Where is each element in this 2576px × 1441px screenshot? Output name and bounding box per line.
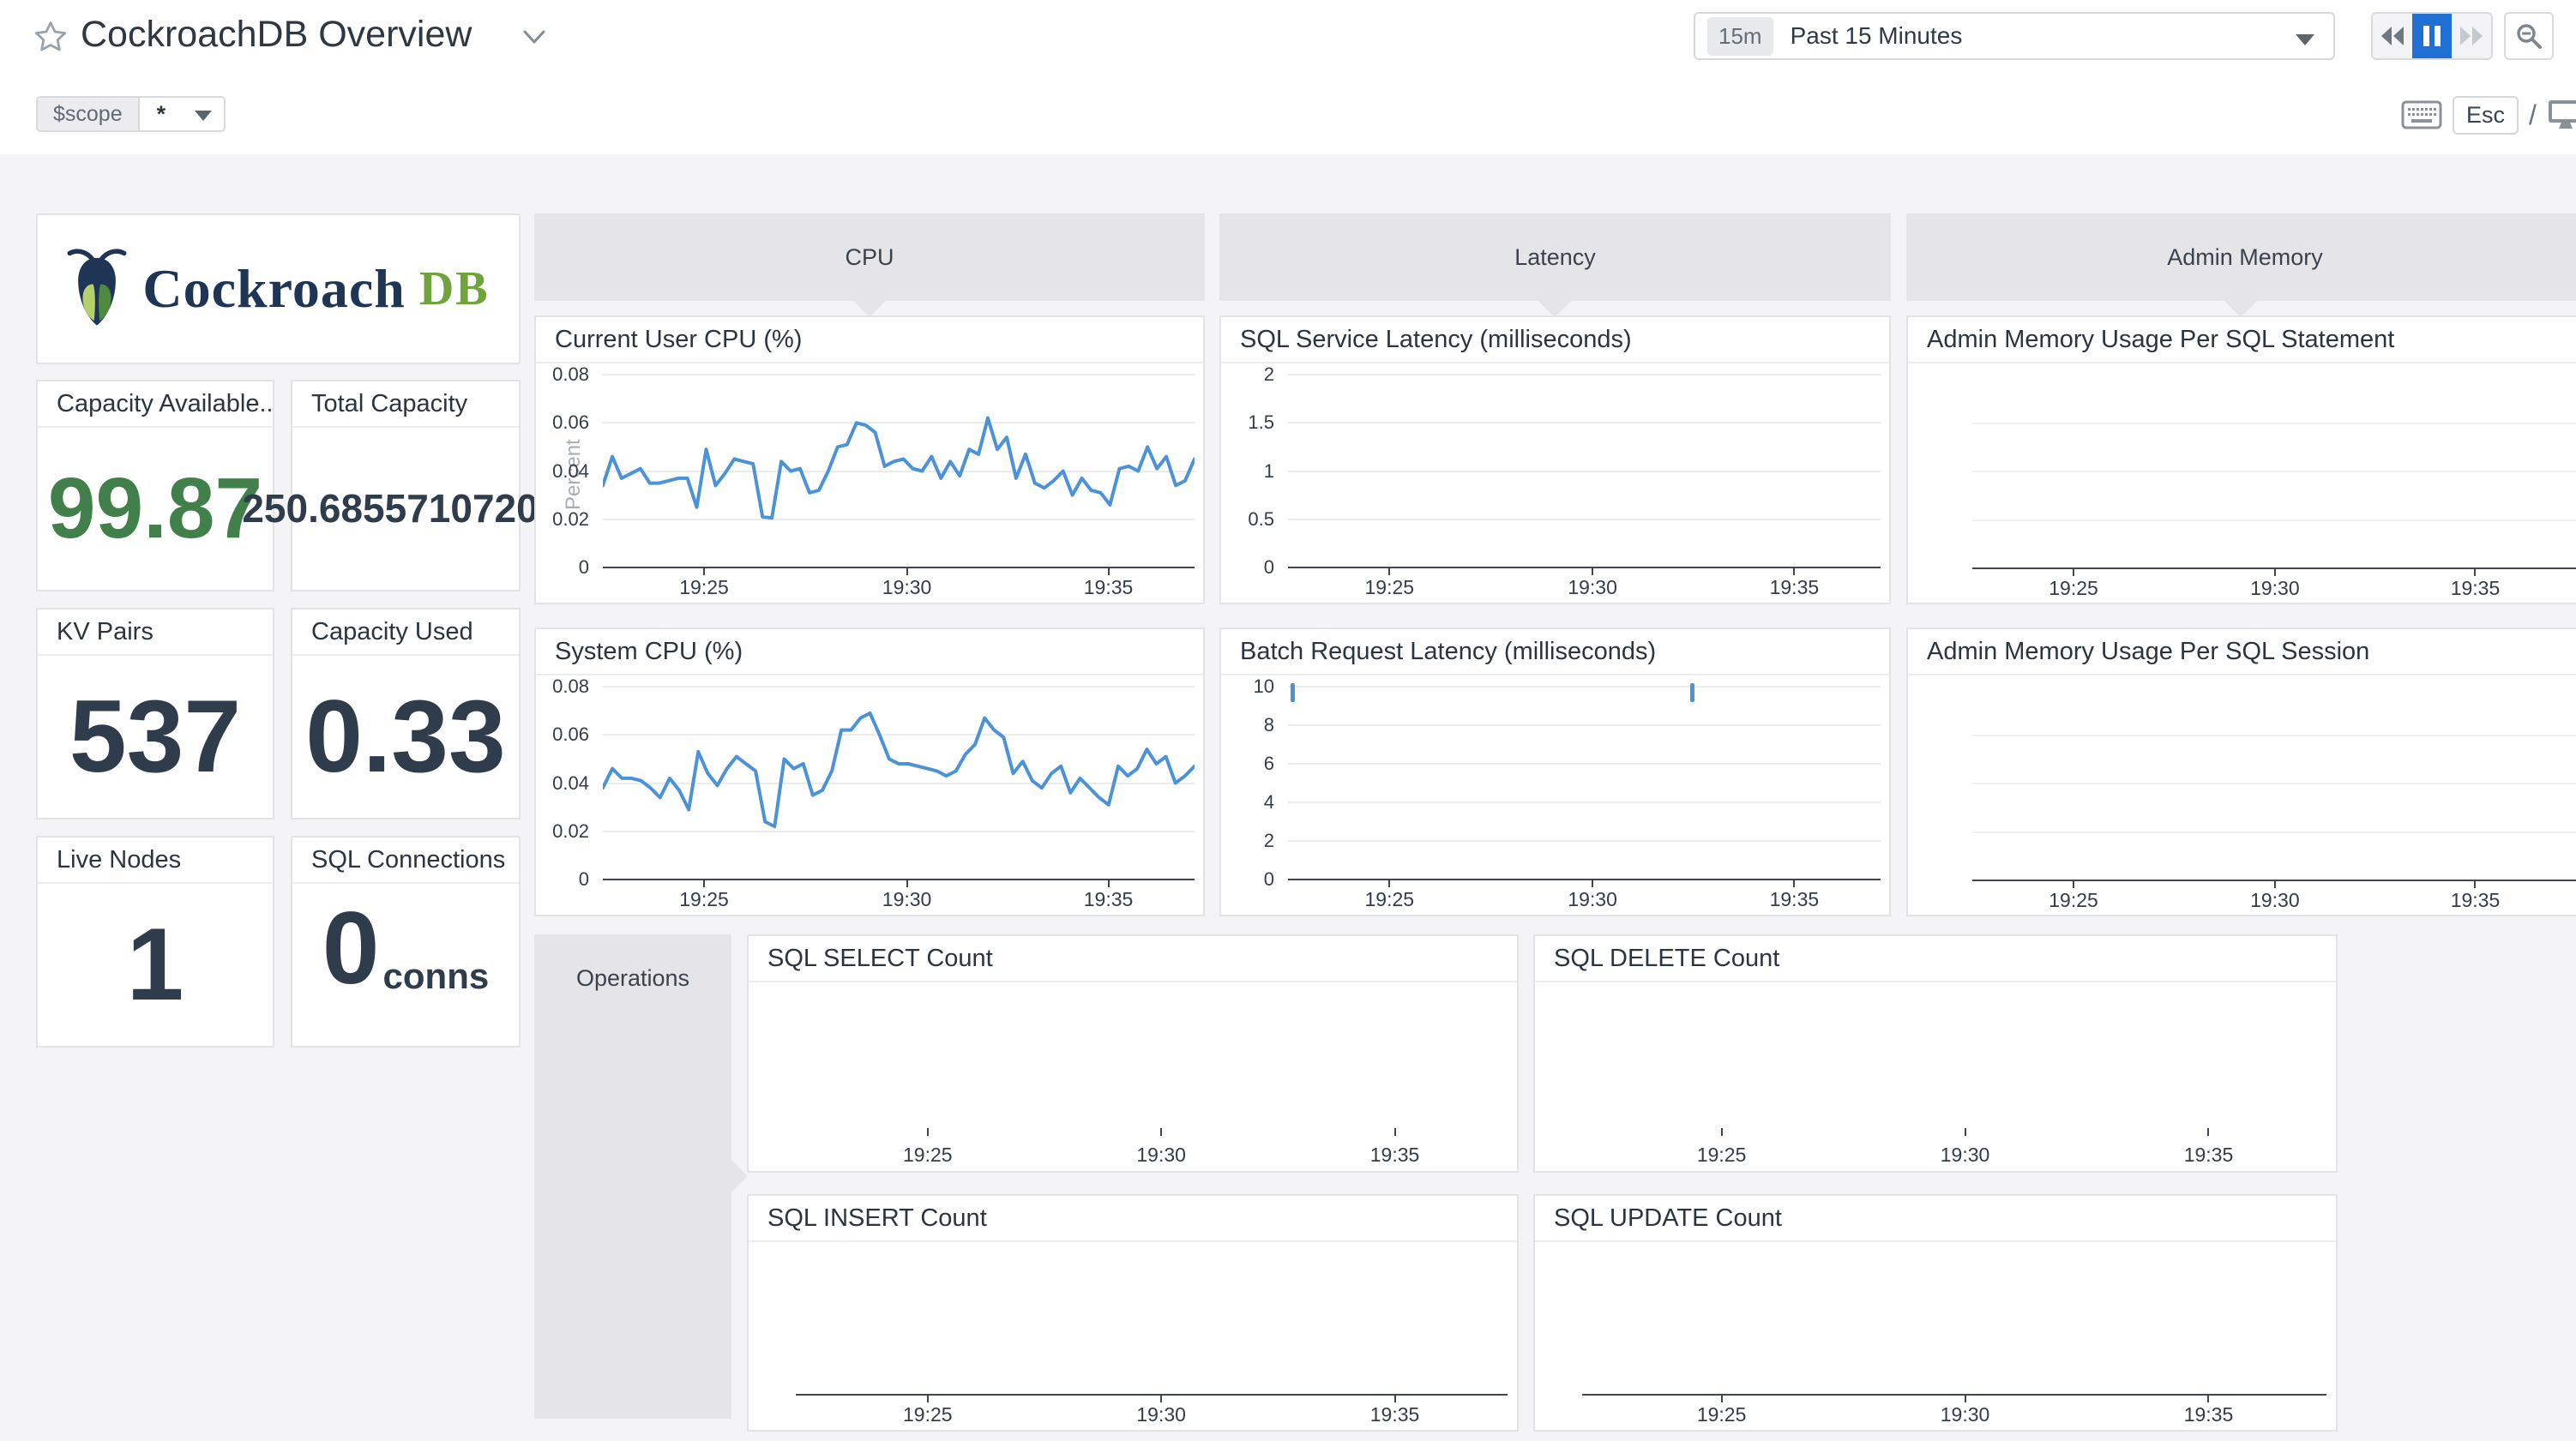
chart-admin-memory-statement[interactable]: Admin Memory Usage Per SQL Statement 19:…	[1906, 315, 2576, 604]
chart-title: SQL Service Latency (milliseconds)	[1221, 317, 1889, 363]
time-range-label: Past 15 Minutes	[1791, 22, 1963, 50]
chart-title: SQL SELECT Count	[749, 936, 1517, 982]
chart-plot-sql-delete-count[interactable]: 19:2519:3019:35	[1535, 981, 2336, 1171]
widget-title: Live Nodes	[38, 838, 273, 884]
fullscreen-display-icon[interactable]	[2547, 98, 2576, 132]
total-capacity-value: 250.6855710720	[242, 489, 538, 528]
chart-plot-sql-update-count[interactable]: 19:2519:3019:35	[1535, 1240, 2336, 1430]
capacity-available-widget[interactable]: Capacity Available... 99.87	[36, 380, 274, 591]
cockroachdb-logo-widget: Cockroach DB	[36, 213, 521, 364]
chart-plot-sql-select-count[interactable]: 19:2519:3019:35	[749, 981, 1517, 1171]
chart-title: Batch Request Latency (milliseconds)	[1221, 629, 1889, 675]
forward-icon	[2459, 25, 2484, 47]
logo-db-text: DB	[419, 261, 490, 316]
page-title: CockroachDB Overview	[81, 14, 472, 56]
chart-title: SQL UPDATE Count	[1535, 1196, 2336, 1242]
widget-title: KV Pairs	[38, 609, 273, 656]
chart-title: Admin Memory Usage Per SQL Statement	[1908, 317, 2576, 363]
esc-button[interactable]: Esc	[2453, 96, 2519, 135]
chart-sql-insert-count[interactable]: SQL INSERT Count 19:2519:3019:35	[747, 1194, 1519, 1432]
chart-sql-delete-count[interactable]: SQL DELETE Count 19:2519:3019:35	[1533, 934, 2338, 1173]
chart-plot-admin-memory-session[interactable]: 19:2519:3019:35	[1908, 674, 2576, 915]
live-nodes-value: 1	[127, 913, 184, 1016]
live-nodes-widget[interactable]: Live Nodes 1	[36, 836, 274, 1048]
kv-pairs-value: 537	[69, 685, 241, 788]
capacity-used-value: 0.33	[305, 685, 506, 788]
time-range-caret-icon	[2296, 34, 2314, 45]
playback-controls	[2371, 12, 2493, 60]
time-range-badge: 15m	[1707, 17, 1773, 56]
scope-variable-value: *	[140, 98, 180, 130]
chart-title: System CPU (%)	[536, 629, 1203, 675]
chart-plot-sql-insert-count[interactable]: 19:2519:3019:35	[749, 1240, 1517, 1430]
group-header-admin-memory[interactable]: Admin Memory	[1906, 213, 2576, 301]
group-label-cpu: CPU	[845, 244, 894, 271]
scope-variable-name: $scope	[38, 98, 140, 130]
chart-title: SQL INSERT Count	[749, 1196, 1517, 1242]
capacity-used-widget[interactable]: Capacity Used 0.33	[291, 608, 521, 820]
widget-title: Capacity Available...	[38, 381, 273, 428]
group-header-latency[interactable]: Latency	[1219, 213, 1891, 301]
chart-sql-update-count[interactable]: SQL UPDATE Count 19:2519:3019:35	[1533, 1194, 2338, 1432]
dashboard: CockroachDB Overview 15m Past 15 Minutes	[0, 0, 2576, 1441]
chart-sql-service-latency[interactable]: SQL Service Latency (milliseconds) 00.51…	[1219, 315, 1891, 604]
zoom-out-button[interactable]	[2504, 12, 2554, 60]
group-label-admin-memory: Admin Memory	[2167, 244, 2323, 271]
pause-icon	[2422, 24, 2442, 48]
chart-plot-system-cpu[interactable]: 00.020.040.060.0819:2519:3019:35	[536, 674, 1203, 915]
group-label-operations: Operations	[534, 965, 731, 992]
chart-admin-memory-session[interactable]: Admin Memory Usage Per SQL Session 19:25…	[1906, 627, 2576, 916]
chart-system-cpu[interactable]: System CPU (%) 00.020.040.060.0819:2519:…	[534, 627, 1205, 916]
chart-sql-select-count[interactable]: SQL SELECT Count 19:2519:3019:35	[747, 934, 1519, 1173]
keyboard-icon[interactable]	[2401, 100, 2442, 129]
chart-title: SQL DELETE Count	[1535, 936, 2336, 982]
capacity-available-value: 99.87	[48, 465, 262, 551]
cockroachdb-bug-icon	[67, 248, 127, 330]
chart-current-user-cpu[interactable]: Current User CPU (%) Percent00.020.040.0…	[534, 315, 1205, 604]
sql-connections-unit: conns	[383, 958, 490, 994]
title-chevron-down-icon[interactable]	[521, 27, 547, 46]
forward-button[interactable]	[2452, 14, 2491, 58]
template-variable-scope[interactable]: $scope *	[36, 96, 226, 132]
sql-connections-value: 0	[322, 897, 380, 1000]
shortcut-controls: Esc /	[2401, 94, 2576, 135]
widget-title: SQL Connections	[292, 838, 519, 884]
chart-plot-batch-request-latency[interactable]: 024681019:2519:3019:35	[1221, 674, 1889, 915]
chart-plot-admin-memory-statement[interactable]: 19:2519:3019:35	[1908, 362, 2576, 603]
sql-connections-widget[interactable]: SQL Connections 0 conns	[291, 836, 521, 1048]
chart-title: Current User CPU (%)	[536, 317, 1203, 363]
chart-batch-request-latency[interactable]: Batch Request Latency (milliseconds) 024…	[1219, 627, 1891, 916]
group-label-latency: Latency	[1514, 244, 1596, 271]
pause-button[interactable]	[2412, 14, 2452, 58]
logo-cockroach-text: Cockroach	[142, 257, 405, 321]
rewind-icon	[2380, 25, 2405, 47]
scope-caret-icon	[195, 111, 212, 121]
top-bar: CockroachDB Overview 15m Past 15 Minutes	[0, 0, 2576, 154]
group-notch-operations	[731, 1160, 748, 1192]
widget-title: Capacity Used	[292, 609, 519, 656]
chart-title: Admin Memory Usage Per SQL Session	[1908, 629, 2576, 675]
rewind-button[interactable]	[2373, 14, 2412, 58]
zoom-out-icon	[2514, 21, 2543, 51]
chart-plot-sql-service-latency[interactable]: 00.511.5219:2519:3019:35	[1221, 362, 1889, 603]
kv-pairs-widget[interactable]: KV Pairs 537	[36, 608, 274, 820]
chart-plot-current-user-cpu[interactable]: Percent00.020.040.060.0819:2519:3019:35	[536, 362, 1203, 603]
widget-title: Total Capacity	[292, 381, 519, 428]
shortcut-separator: /	[2529, 99, 2537, 131]
favorite-star-icon[interactable]	[33, 19, 69, 55]
time-range-picker[interactable]: 15m Past 15 Minutes	[1694, 12, 2335, 60]
group-header-operations[interactable]: Operations	[534, 934, 731, 1419]
total-capacity-widget[interactable]: Total Capacity 250.6855710720 GB	[291, 380, 521, 591]
group-header-cpu[interactable]: CPU	[534, 213, 1205, 301]
